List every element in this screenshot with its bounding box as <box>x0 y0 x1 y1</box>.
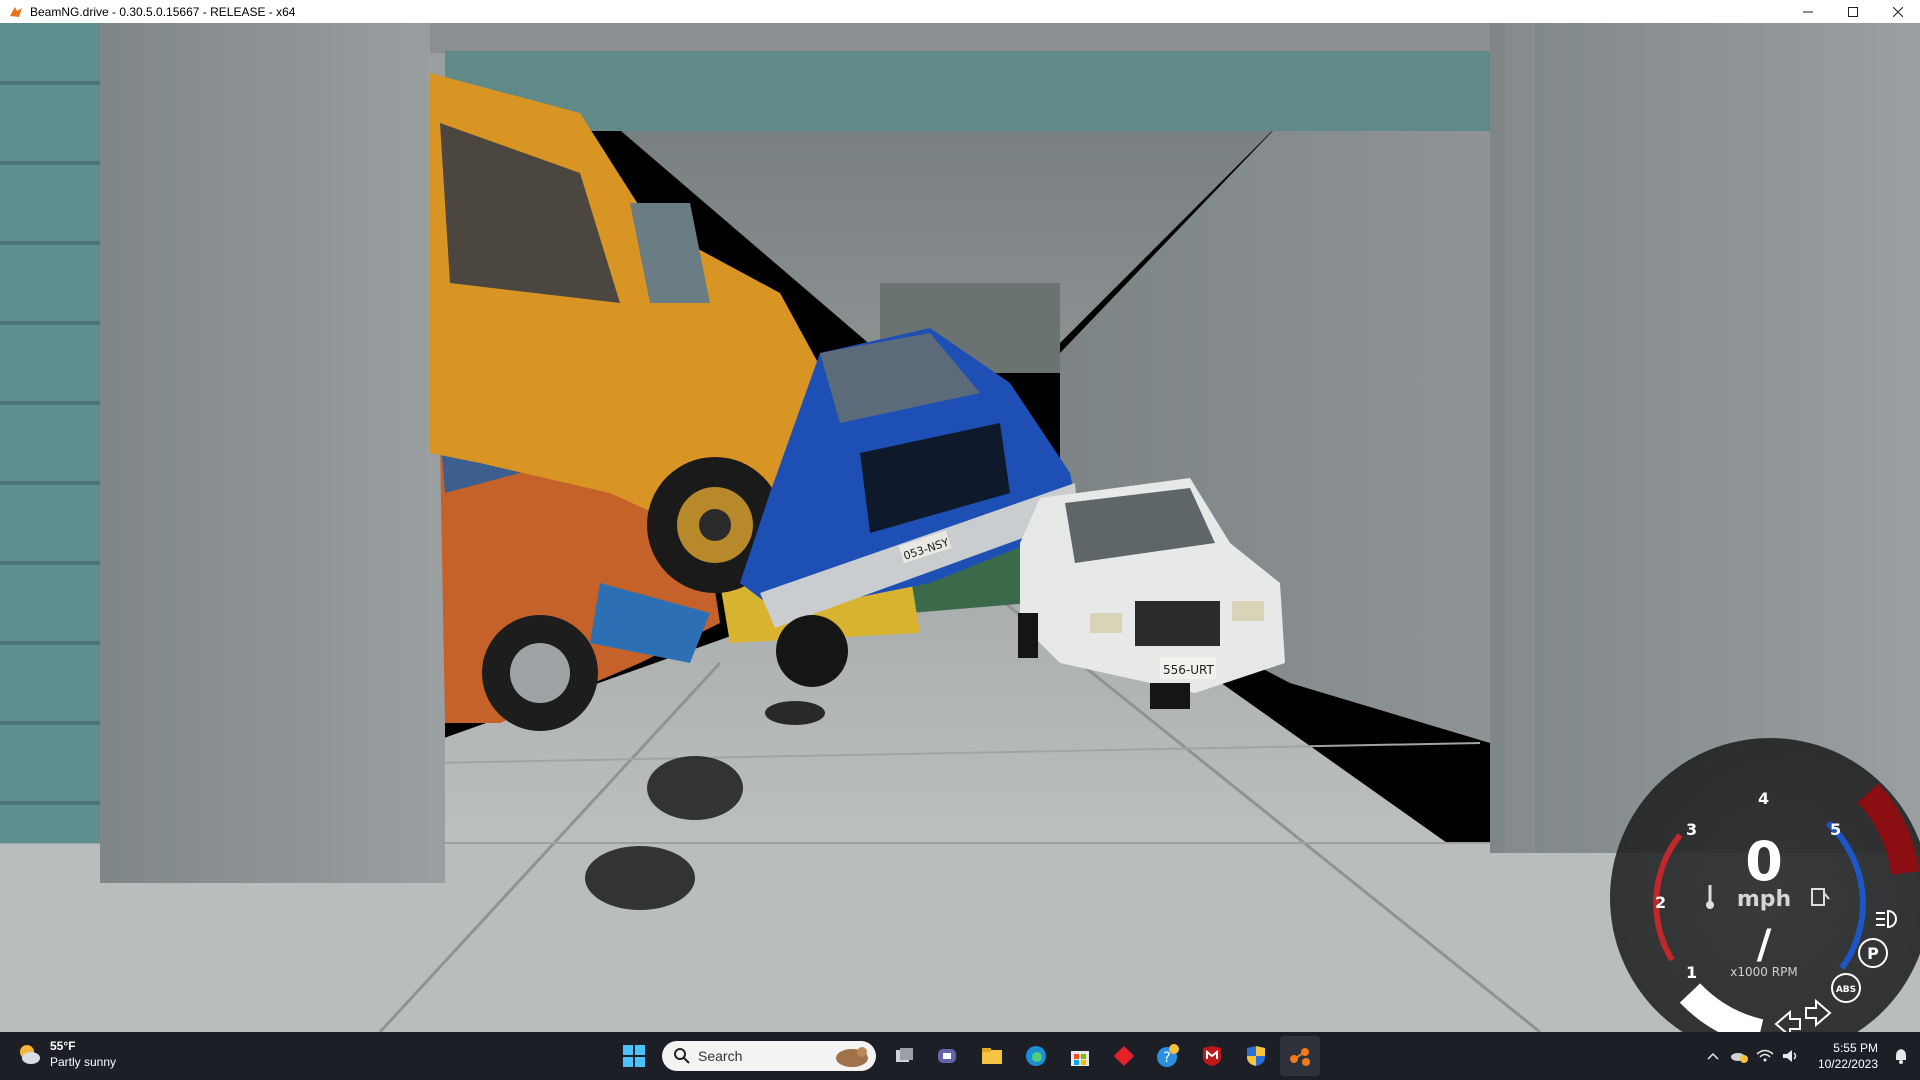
speed-unit: mph <box>1737 887 1791 912</box>
mcafee-button[interactable] <box>1192 1036 1232 1076</box>
close-button[interactable] <box>1875 0 1920 23</box>
game-scene: 053-NSY 556-URT 1 2 3 4 5 0 mph / x1000 … <box>0 23 1920 1032</box>
tray-overflow-button[interactable] <box>1700 1032 1726 1080</box>
security-shield-icon <box>1247 1046 1265 1066</box>
svg-text:ABS: ABS <box>1836 985 1856 995</box>
taskbar-search[interactable]: Search <box>662 1041 876 1071</box>
top-beam <box>430 23 1510 53</box>
game-viewport[interactable]: 053-NSY 556-URT 1 2 3 4 5 0 mph / x1000 … <box>0 23 1920 1032</box>
weather-condition: Partly sunny <box>50 1055 117 1069</box>
gear-indicator: / <box>1757 922 1772 968</box>
mcafee-icon <box>1203 1046 1221 1066</box>
task-view-button[interactable] <box>884 1036 924 1076</box>
security-button[interactable] <box>1236 1036 1276 1076</box>
rpm-tick-3: 3 <box>1686 820 1697 839</box>
search-highlight-icon <box>836 1047 868 1067</box>
help-icon: ? <box>1157 1044 1179 1067</box>
beamng-icon <box>1290 1048 1310 1066</box>
wifi-icon <box>1756 1049 1774 1062</box>
close-icon <box>1892 6 1903 17</box>
windows-taskbar: 55°F Partly sunny Search ? 5:55 PM 10/22… <box>0 1032 1920 1080</box>
tray-volume-button[interactable] <box>1778 1032 1804 1080</box>
svg-text:556-URT: 556-URT <box>1163 663 1214 677</box>
right-concrete-pillar <box>1490 23 1920 853</box>
rpm-tick-5: 5 <box>1830 820 1841 839</box>
maximize-button[interactable] <box>1830 0 1875 23</box>
tray-wifi-button[interactable] <box>1752 1032 1778 1080</box>
edge-button[interactable] <box>1016 1036 1056 1076</box>
teams-chat-button[interactable] <box>928 1036 968 1076</box>
minimize-icon <box>1802 11 1813 12</box>
clock-time: 5:55 PM <box>1833 1041 1878 1055</box>
rpm-tick-2: 2 <box>1655 893 1666 912</box>
svg-text:?: ? <box>1163 1050 1170 1066</box>
rpm-tick-4: 4 <box>1758 789 1769 808</box>
rpm-tick-1: 1 <box>1686 963 1697 982</box>
weather-widget[interactable]: 55°F Partly sunny <box>16 1038 116 1070</box>
volume-icon <box>1782 1050 1797 1062</box>
beamng-app-icon <box>10 6 22 17</box>
system-tray: 5:55 PM 10/22/2023 <box>1700 1032 1920 1080</box>
clock-date: 10/22/2023 <box>1817 1057 1878 1071</box>
onedrive-warning-icon <box>1730 1053 1748 1063</box>
window-title-bar: BeamNG.drive - 0.30.5.0.15667 - RELEASE … <box>0 0 1920 23</box>
file-explorer-button[interactable] <box>972 1036 1012 1076</box>
oil-stain <box>585 846 695 910</box>
task-view-icon <box>896 1048 913 1062</box>
search-placeholder: Search <box>698 1048 743 1064</box>
chevron-up-icon <box>1707 1052 1719 1060</box>
rpm-unit: x1000 RPM <box>1730 965 1797 979</box>
windows-start-icon <box>623 1045 645 1067</box>
notification-button[interactable] <box>1888 1032 1914 1080</box>
start-button[interactable] <box>614 1036 654 1076</box>
speed-value: 0 <box>1745 830 1783 893</box>
tray-onedrive-button[interactable] <box>1726 1032 1752 1080</box>
minimize-button[interactable] <box>1785 0 1830 23</box>
window-title: BeamNG.drive - 0.30.5.0.15667 - RELEASE … <box>30 4 296 19</box>
oil-stain <box>765 701 825 725</box>
teams-chat-icon <box>938 1049 956 1063</box>
teal-roller-door <box>0 23 110 843</box>
red-app-button[interactable] <box>1104 1036 1144 1076</box>
notification-bell-icon <box>1896 1049 1906 1064</box>
partly-sunny-icon <box>20 1045 40 1064</box>
maximize-icon <box>1847 6 1858 17</box>
file-explorer-icon <box>982 1048 1002 1064</box>
edge-icon <box>1026 1046 1046 1066</box>
teal-door-header <box>445 51 1505 131</box>
taskbar-apps: Search ? <box>612 1036 1322 1076</box>
left-concrete-pillar <box>100 23 445 883</box>
beamng-button[interactable] <box>1280 1036 1320 1076</box>
help-button[interactable]: ? <box>1148 1036 1188 1076</box>
store-icon <box>1071 1051 1089 1066</box>
weather-temp: 55°F <box>50 1039 76 1053</box>
store-button[interactable] <box>1060 1036 1100 1076</box>
svg-text:P: P <box>1867 944 1879 963</box>
search-icon <box>674 1048 690 1064</box>
oil-stain <box>647 756 743 820</box>
taskbar-clock[interactable]: 5:55 PM 10/22/2023 <box>1818 1040 1878 1072</box>
app-red-diamond-icon <box>1114 1046 1134 1066</box>
